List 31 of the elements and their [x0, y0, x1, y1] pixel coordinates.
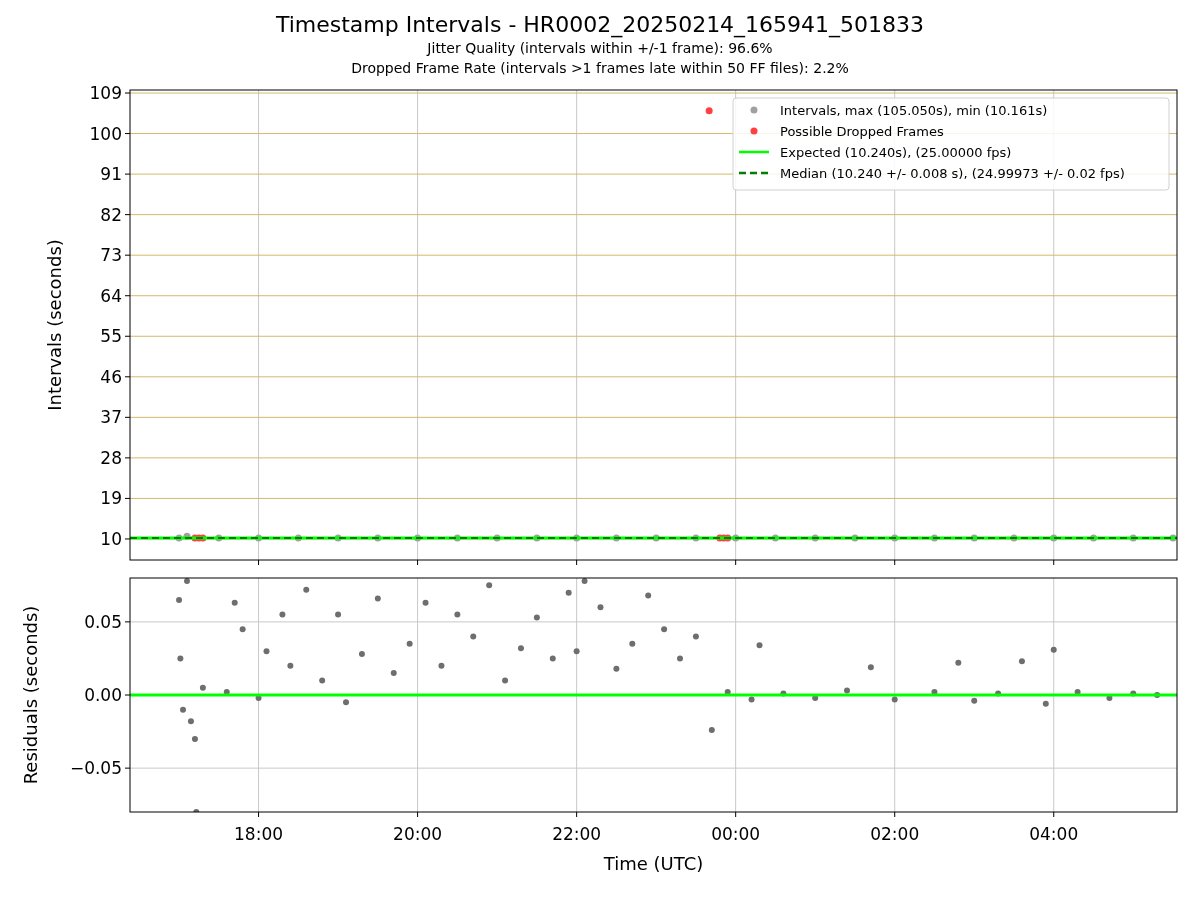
legend-label: Median (10.240 +/- 0.008 s), (24.99973 +/- 0.02 fps) [780, 165, 1125, 181]
figure-subtitle: Jitter Quality (intervals within +/-1 frame): 96.6% [427, 39, 773, 58]
axis-tick-label: 91 [100, 164, 122, 185]
axis-tick-label: 22:00 [552, 824, 602, 844]
axis-tick-label: 28 [100, 447, 122, 468]
figure-subtitle: Dropped Frame Rate (intervals >1 frames late within 50 FF files): 2.2% [351, 59, 849, 78]
figure-title: Timestamp Intervals - HR0002_20250214_165941_501833 [275, 12, 925, 38]
axis-tick-label: 00:00 [711, 824, 761, 844]
legend-label: Expected (10.240s), (25.00000 fps) [780, 144, 1012, 160]
axis-tick-label: 100 [89, 123, 122, 144]
axis-tick-label: 10 [100, 528, 122, 549]
axis-tick-label: 02:00 [870, 824, 920, 844]
axis-tick-label: 37 [100, 407, 122, 428]
axis-tick-label: 64 [100, 285, 122, 306]
legend-label: Possible Dropped Frames [780, 123, 944, 139]
axis-tick-label: 73 [100, 245, 122, 266]
axis-tick-label: 20:00 [393, 824, 443, 844]
axis-tick-label: 55 [100, 326, 122, 347]
axis-tick-label: 82 [100, 204, 122, 225]
axis-tick-label: 109 [89, 83, 122, 103]
y-axis-label: Intervals (seconds) [44, 239, 65, 411]
axis-tick-label: 04:00 [1029, 824, 1079, 844]
x-axis-label: Time (UTC) [603, 853, 704, 874]
axis-tick-label: 0.05 [84, 611, 122, 632]
axis-tick-label: 18:00 [234, 824, 284, 844]
axis-tick-label: −0.05 [69, 758, 122, 779]
axis-tick-label: 19 [100, 488, 122, 509]
y-axis-label: Residuals (seconds) [20, 605, 41, 785]
axis-tick-label: 46 [100, 366, 122, 387]
legend-label: Intervals, max (105.050s), min (10.161s) [780, 102, 1048, 118]
axis-tick-label: 0.00 [84, 685, 122, 705]
